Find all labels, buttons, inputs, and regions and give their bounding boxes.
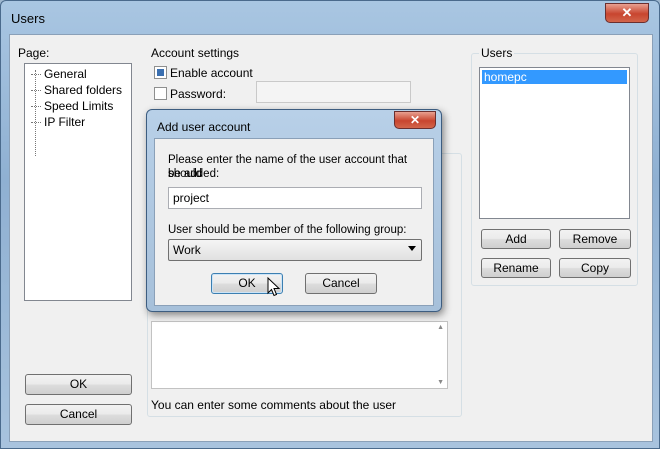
users-list[interactable]: homepc bbox=[479, 67, 630, 219]
window-title: Users bbox=[11, 11, 45, 26]
page-label: Page: bbox=[18, 46, 50, 60]
comments-hint: You can enter some comments about the us… bbox=[151, 398, 397, 412]
group-select-value: Work bbox=[173, 243, 201, 257]
password-field[interactable] bbox=[256, 81, 411, 103]
scroll-down-icon[interactable]: ▼ bbox=[437, 379, 444, 386]
chevron-down-icon bbox=[408, 246, 416, 251]
copy-user-button[interactable]: Copy bbox=[559, 258, 631, 278]
dialog-close-button[interactable]: ✕ bbox=[394, 111, 436, 129]
group-select[interactable]: Work bbox=[168, 239, 422, 261]
remove-user-button[interactable]: Remove bbox=[559, 229, 631, 249]
group-prompt: User should be member of the following g… bbox=[168, 224, 407, 236]
account-settings-label: Account settings bbox=[151, 46, 240, 60]
window-close-button[interactable]: ✕ bbox=[605, 3, 649, 23]
password-checkbox[interactable] bbox=[154, 87, 167, 100]
enable-account-checkbox[interactable] bbox=[154, 66, 167, 79]
add-user-button[interactable]: Add bbox=[481, 229, 551, 249]
rename-user-button[interactable]: Rename bbox=[481, 258, 551, 278]
dialog-client-area: Please enter the name of the user accoun… bbox=[154, 138, 434, 306]
tree-item-speed-limits[interactable]: Speed Limits bbox=[31, 99, 113, 113]
scroll-up-icon[interactable]: ▲ bbox=[437, 324, 444, 331]
cancel-button[interactable]: Cancel bbox=[25, 404, 132, 425]
users-label: Users bbox=[479, 46, 515, 60]
dialog-cancel-button[interactable]: Cancel bbox=[305, 273, 377, 294]
users-window: Users ✕ Page: General Shared folders Spe… bbox=[0, 0, 660, 449]
ok-button[interactable]: OK bbox=[25, 374, 132, 395]
user-list-item[interactable]: homepc bbox=[482, 70, 627, 84]
tree-item-ip-filter[interactable]: IP Filter bbox=[31, 115, 85, 129]
comments-textarea[interactable]: ▲ ▼ bbox=[151, 321, 448, 389]
page-tree[interactable]: General Shared folders Speed Limits IP F… bbox=[24, 63, 132, 301]
dialog-prompt-line2: be added: bbox=[168, 168, 220, 180]
username-input[interactable]: project bbox=[168, 187, 422, 209]
mouse-pointer-icon bbox=[267, 277, 281, 297]
close-icon: ✕ bbox=[409, 113, 421, 127]
add-user-dialog: Add user account ✕ Please enter the name… bbox=[146, 109, 442, 312]
tree-item-general[interactable]: General bbox=[31, 67, 87, 81]
enable-account-label: Enable account bbox=[170, 66, 253, 80]
tree-item-shared-folders[interactable]: Shared folders bbox=[31, 83, 122, 97]
dialog-title: Add user account bbox=[157, 120, 251, 134]
password-label: Password: bbox=[170, 87, 227, 101]
close-icon: ✕ bbox=[621, 5, 633, 20]
title-bar: Users ✕ bbox=[1, 1, 659, 35]
